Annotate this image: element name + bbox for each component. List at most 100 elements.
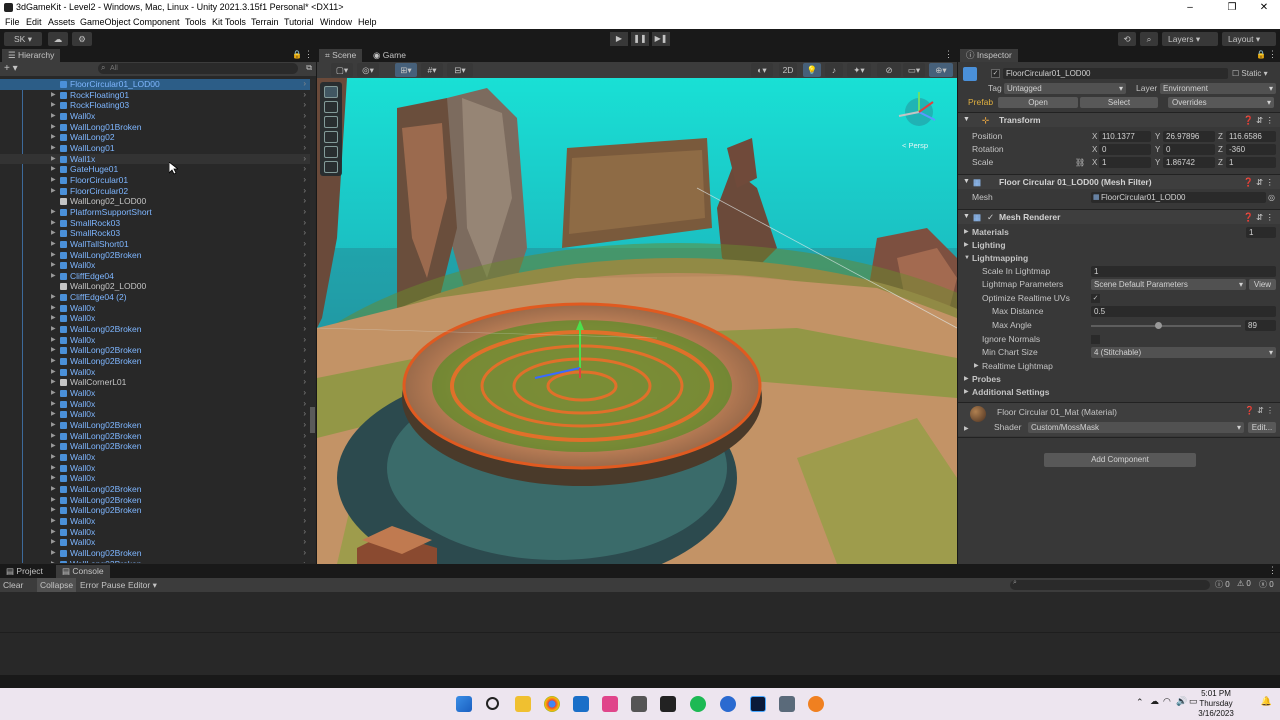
hierarchy-row[interactable]: ▶ WallTallShort01 › (0, 239, 310, 250)
hierarchy-row[interactable]: ▶ WallLong01Broken › (0, 122, 310, 133)
panel-menu-icon[interactable]: ⋮ (1268, 565, 1277, 576)
pause-button[interactable]: ❚❚ (631, 32, 649, 46)
layout-dropdown[interactable]: Layout ▾ (1222, 32, 1276, 46)
hierarchy-row[interactable]: FloorCircular01_LOD00 › (0, 79, 310, 90)
panel-menu-icon[interactable]: ⋮ (1268, 49, 1277, 60)
foldout-arrow-icon[interactable]: ▶ (51, 409, 56, 420)
filter-icon[interactable]: ⧉ (306, 63, 312, 73)
position-x-field[interactable]: 110.1377 (1099, 131, 1151, 142)
foldout-arrow-icon[interactable]: ▶ (51, 559, 56, 563)
foldout-arrow-icon[interactable]: ▶ (51, 303, 56, 314)
hierarchy-row[interactable]: ▶ FloorCircular01 › (0, 175, 310, 186)
foldout-arrow-icon[interactable]: ▶ (51, 218, 56, 229)
app-icon[interactable] (573, 696, 589, 712)
hierarchy-row[interactable]: ▶ Wall0x › (0, 111, 310, 122)
rotate-tool-icon[interactable] (324, 116, 338, 128)
hierarchy-row[interactable]: ▶ SmallRock03 › (0, 228, 310, 239)
prefab-chevron-icon[interactable]: › (303, 527, 306, 538)
materials-row[interactable]: ▶ Materials 1 (958, 226, 1280, 239)
move-tool-icon[interactable] (324, 101, 338, 113)
hierarchy-row[interactable]: ▶ Wall0x › (0, 409, 310, 420)
warning-count[interactable]: ⚠ 0 (1237, 579, 1251, 588)
hierarchy-row[interactable]: ▶ WallLong02Broken › (0, 548, 310, 559)
prefab-overrides-dropdown[interactable]: Overrides ▾ (1168, 97, 1274, 108)
hierarchy-row[interactable]: ▶ Wall0x › (0, 537, 310, 548)
hierarchy-row[interactable]: ▶ Wall0x › (0, 527, 310, 538)
prefab-chevron-icon[interactable]: › (303, 175, 306, 186)
prefab-chevron-icon[interactable]: › (303, 207, 306, 218)
menu-file[interactable]: File (5, 15, 20, 29)
persp-label[interactable]: < Persp (902, 141, 928, 150)
hierarchy-row[interactable]: ▶ WallLong02Broken › (0, 345, 310, 356)
tab-project[interactable]: ▤ Project (0, 565, 49, 578)
prefab-chevron-icon[interactable]: › (303, 143, 306, 154)
minimize-button[interactable]: – (1172, 0, 1208, 15)
scene-viewport[interactable]: < Persp (317, 78, 957, 564)
lock-icon[interactable]: 🔒 (1256, 50, 1266, 59)
menu-tools[interactable]: Tools (185, 15, 206, 29)
mesh-object-field[interactable]: FloorCircular01_LOD00 (1091, 192, 1266, 203)
foldout-arrow-icon[interactable]: ▶ (51, 250, 56, 261)
effects-icon[interactable]: ✦▾ (847, 63, 871, 77)
prefab-chevron-icon[interactable]: › (303, 260, 306, 271)
foldout-arrow-icon[interactable]: ▶ (51, 388, 56, 399)
hierarchy-row[interactable]: ▶ CliffEdge04 (2) › (0, 292, 310, 303)
foldout-arrow-icon[interactable]: ▶ (51, 452, 56, 463)
lighting-icon[interactable]: 💡 (803, 63, 821, 77)
browser-icon[interactable] (720, 696, 736, 712)
hierarchy-scroll-thumb[interactable] (310, 407, 315, 433)
mesh-filter-header[interactable]: ▼ ▦ Floor Circular 01_LOD00 (Mesh Filter… (958, 174, 1280, 189)
hierarchy-row[interactable]: ▶ FloorCircular02 › (0, 186, 310, 197)
static-toggle[interactable]: ☐ Static ▾ (1232, 69, 1268, 78)
max-angle-slider-track[interactable] (1091, 325, 1241, 327)
foldout-arrow-icon[interactable]: ▶ (51, 175, 56, 186)
foldout-arrow-icon[interactable]: ▶ (51, 164, 56, 175)
hierarchy-row[interactable]: ▶ Wall1x › (0, 153, 310, 165)
min-chart-dropdown[interactable]: 4 (Stitchable) ▾ (1091, 347, 1276, 358)
shader-edit-button[interactable]: Edit... (1248, 422, 1276, 433)
error-count[interactable]: ⓧ 0 (1259, 579, 1274, 590)
hierarchy-row[interactable]: ▶ WallLong02Broken › (0, 559, 310, 563)
ignore-normals-checkbox[interactable] (1091, 335, 1100, 344)
layer-dropdown[interactable]: Environment ▾ (1160, 83, 1276, 94)
hierarchy-row[interactable]: ▶ WallLong02Broken › (0, 484, 310, 495)
move-snap-icon[interactable]: ⊞▾ (395, 63, 417, 77)
prefab-chevron-icon[interactable]: › (303, 537, 306, 548)
enabled-checkbox[interactable]: ✓ (987, 210, 994, 224)
account-dropdown[interactable]: SK ▾ (4, 32, 42, 46)
prefab-chevron-icon[interactable]: › (303, 495, 306, 506)
lighting-row[interactable]: ▶ Lighting (958, 239, 1280, 252)
layers-dropdown[interactable]: Layers ▾ (1162, 32, 1218, 46)
notification-icon[interactable]: 🔔 (1261, 696, 1272, 707)
view-button[interactable]: View (1249, 279, 1276, 290)
prefab-chevron-icon[interactable]: › (303, 196, 306, 207)
hierarchy-row[interactable]: ▶ PlatformSupportShort › (0, 207, 310, 218)
hierarchy-row[interactable]: WallLong02_LOD00 › (0, 196, 310, 207)
tab-game[interactable]: ◉ Game (367, 49, 412, 62)
prefab-chevron-icon[interactable]: › (303, 463, 306, 474)
hierarchy-row[interactable]: ▶ Wall0x › (0, 452, 310, 463)
tab-inspector[interactable]: ⓘ Inspector (960, 49, 1018, 62)
hierarchy-row[interactable]: ▶ WallLong01 › (0, 143, 310, 154)
prefab-chevron-icon[interactable]: › (303, 122, 306, 133)
prefab-chevron-icon[interactable]: › (303, 367, 306, 378)
shader-dropdown[interactable]: Custom/MossMask ▾ (1028, 422, 1244, 433)
rotation-z-field[interactable]: -360 (1226, 144, 1276, 155)
hierarchy-row[interactable]: ▶ WallLong02Broken › (0, 420, 310, 431)
scale-z-field[interactable]: 1 (1226, 157, 1276, 168)
scale-tool-icon[interactable] (324, 131, 338, 143)
hierarchy-row[interactable]: ▶ Wall0x › (0, 335, 310, 346)
collapse-button[interactable]: Collapse (37, 578, 77, 592)
prefab-chevron-icon[interactable]: › (303, 303, 306, 314)
lock-icon[interactable]: 🔒 (292, 50, 302, 59)
panel-menu-icon[interactable]: ⋮ (944, 49, 953, 60)
transform-header[interactable]: ▼ ⊹ Transform ❓ ⇵ ⋮ (958, 112, 1280, 127)
play-button[interactable]: ▶ (610, 32, 628, 46)
foldout-arrow-icon[interactable]: ▶ (51, 463, 56, 474)
unity-icon[interactable] (660, 696, 676, 712)
spotify-icon[interactable] (690, 696, 706, 712)
foldout-arrow-icon[interactable]: ▶ (51, 548, 56, 559)
foldout-arrow-icon[interactable]: ▶ (51, 335, 56, 346)
object-picker-icon[interactable]: ◎ (1268, 191, 1275, 204)
prefab-chevron-icon[interactable]: › (303, 111, 306, 122)
